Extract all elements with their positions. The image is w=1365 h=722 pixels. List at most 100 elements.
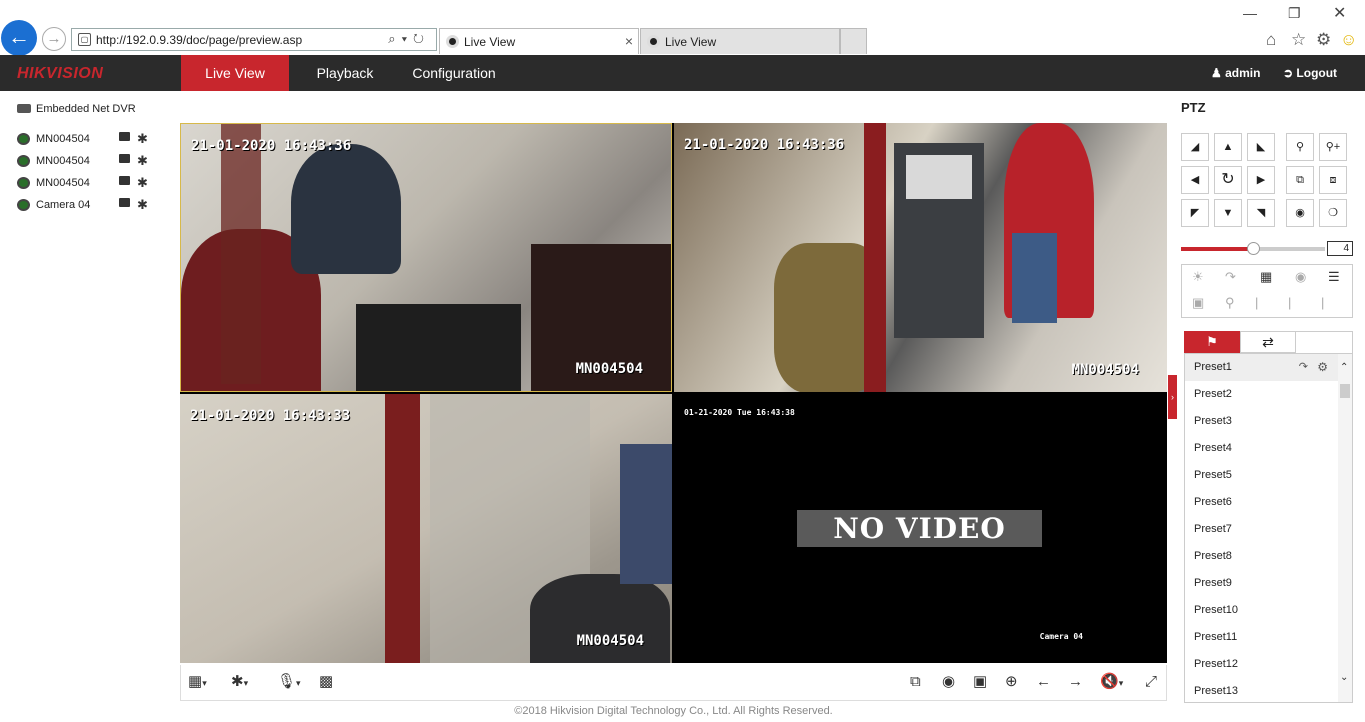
pan-up-button[interactable]: ▲ bbox=[1214, 133, 1242, 161]
tree-root[interactable]: Embedded Net DVR bbox=[10, 100, 170, 122]
iris-open-button[interactable]: ❍ bbox=[1319, 199, 1347, 227]
video-viewport-4[interactable]: 01-21-2020 Tue 16:43:38 NO VIDEO Camera … bbox=[674, 394, 1167, 663]
record-all-icon[interactable]: ▣ bbox=[973, 673, 987, 691]
record-icon[interactable] bbox=[119, 132, 130, 141]
close-tab-icon[interactable]: × bbox=[625, 33, 633, 49]
preset-row[interactable]: Preset2 bbox=[1185, 381, 1340, 408]
video-viewport-2[interactable]: 21-01-2020 16:43:36 MN004504 bbox=[674, 123, 1167, 392]
preset-scrollbar[interactable]: ⌃ ⌄ bbox=[1338, 354, 1352, 702]
focus-assist-icon[interactable]: ▦ bbox=[1260, 269, 1272, 285]
pan-down-right-button[interactable]: ◥ bbox=[1247, 199, 1275, 227]
video-viewport-3[interactable]: 21-01-2020 16:43:33 MN004504 bbox=[180, 394, 672, 663]
zoom-in-button[interactable]: ⚲+ bbox=[1319, 133, 1347, 161]
tab-configuration[interactable]: Configuration bbox=[400, 55, 508, 91]
ptz-control-icon[interactable]: ✱ bbox=[137, 152, 148, 170]
smiley-feedback-icon[interactable]: ☺ bbox=[1340, 30, 1357, 50]
next-page-icon[interactable]: → bbox=[1068, 673, 1083, 691]
minimize-icon[interactable]: — bbox=[1243, 5, 1257, 21]
preset-row[interactable]: Preset8 bbox=[1185, 543, 1340, 570]
patrol-tab[interactable]: ⇄ bbox=[1240, 331, 1296, 353]
window-layout-icon[interactable]: ▦▾ bbox=[188, 673, 207, 692]
auto-pan-button[interactable]: ↻ bbox=[1214, 166, 1242, 194]
stop-all-icon[interactable]: ⧉ bbox=[910, 673, 921, 691]
tree-channel[interactable]: MN004504 ✱ bbox=[10, 152, 170, 174]
record-icon[interactable] bbox=[119, 198, 130, 207]
preset-row[interactable]: Preset11 bbox=[1185, 624, 1340, 651]
search-refresh-icons[interactable]: ⌕▾↻ bbox=[388, 31, 430, 47]
restore-icon[interactable]: ❐ bbox=[1288, 5, 1301, 22]
favorites-star-icon[interactable]: ☆ bbox=[1291, 30, 1306, 50]
preset-row[interactable]: Preset1 ↷ ⚙ bbox=[1185, 354, 1340, 381]
ptz-speed-slider[interactable] bbox=[1181, 242, 1325, 255]
address-url[interactable]: http://192.0.9.39/doc/page/preview.asp bbox=[96, 33, 302, 47]
preset-settings-icon[interactable]: ⚙ bbox=[1317, 354, 1328, 381]
preset-row[interactable]: Preset5 bbox=[1185, 462, 1340, 489]
tab-playback[interactable]: Playback bbox=[300, 55, 390, 91]
digital-zoom-icon[interactable]: ⊕ bbox=[1005, 673, 1018, 691]
record-icon[interactable] bbox=[119, 176, 130, 185]
scroll-thumb[interactable] bbox=[1340, 384, 1350, 398]
zoom-out-button[interactable]: ⚲ bbox=[1286, 133, 1314, 161]
iris-close-button[interactable]: ◉ bbox=[1286, 199, 1314, 227]
light-icon[interactable]: ☀ bbox=[1192, 269, 1204, 285]
close-window-icon[interactable]: ✕ bbox=[1333, 3, 1346, 23]
manual-tracking-icon[interactable]: ⚲ bbox=[1225, 295, 1235, 311]
pan-right-button[interactable]: ▶ bbox=[1247, 166, 1275, 194]
user-menu[interactable]: ♟ admin bbox=[1211, 66, 1260, 80]
preset-row[interactable]: Preset10 bbox=[1185, 597, 1340, 624]
slider-fill bbox=[1181, 247, 1253, 251]
logout-button[interactable]: ➲ Logout bbox=[1283, 66, 1337, 80]
fullscreen-icon[interactable]: ⤢ bbox=[1145, 673, 1157, 691]
volume-muted-icon[interactable]: 🔇▾ bbox=[1100, 673, 1123, 692]
focus-far-button[interactable]: ⧈ bbox=[1319, 166, 1347, 194]
ptz-control-icon[interactable]: ✱ bbox=[137, 196, 148, 214]
more-menu-icon[interactable]: ☰ bbox=[1328, 269, 1340, 285]
microphone-icon[interactable]: 🎙▾ bbox=[277, 673, 301, 692]
preset-label: Preset1 bbox=[1194, 361, 1232, 373]
video-viewport-1[interactable]: 21-01-2020 16:43:36 MN004504 bbox=[180, 123, 672, 392]
previous-page-icon[interactable]: ← bbox=[1036, 673, 1051, 691]
preset-row[interactable]: Preset3 bbox=[1185, 408, 1340, 435]
tree-channel[interactable]: MN004504 ✱ bbox=[10, 130, 170, 152]
tree-channel[interactable]: Camera 04 ✱ bbox=[10, 196, 170, 218]
browser-tab-2[interactable]: Live View bbox=[640, 28, 840, 54]
pan-up-right-button[interactable]: ◣ bbox=[1247, 133, 1275, 161]
record-icon[interactable] bbox=[119, 154, 130, 163]
ptz-control-icon[interactable]: ✱ bbox=[137, 174, 148, 192]
preset-row[interactable]: Preset12 bbox=[1185, 651, 1340, 678]
preset-row[interactable]: Preset9 bbox=[1185, 570, 1340, 597]
preset-label: Preset6 bbox=[1194, 496, 1232, 508]
address-bar[interactable]: ▢ http://192.0.9.39/doc/page/preview.asp… bbox=[71, 28, 437, 51]
pan-down-left-button[interactable]: ◤ bbox=[1181, 199, 1209, 227]
call-preset-icon[interactable]: ↷ bbox=[1299, 354, 1308, 381]
preset-label: Preset2 bbox=[1194, 388, 1232, 400]
forward-button[interactable]: → bbox=[42, 27, 66, 51]
pan-up-left-button[interactable]: ◢ bbox=[1181, 133, 1209, 161]
scroll-up-icon[interactable]: ⌃ bbox=[1340, 362, 1348, 373]
pan-down-button[interactable]: ▼ bbox=[1214, 199, 1242, 227]
preset-row[interactable]: Preset13 bbox=[1185, 678, 1340, 702]
settings-gear-icon[interactable]: ⚙ bbox=[1316, 30, 1331, 50]
new-tab-button[interactable] bbox=[840, 28, 867, 54]
tab-live-view[interactable]: Live View bbox=[181, 55, 289, 91]
preset-row[interactable]: Preset4 bbox=[1185, 435, 1340, 462]
back-button[interactable]: ← bbox=[1, 20, 37, 56]
collapse-panel-button[interactable]: › bbox=[1168, 375, 1177, 419]
wiper-icon[interactable]: ↷ bbox=[1225, 269, 1236, 285]
lens-init-icon[interactable]: ◉ bbox=[1295, 269, 1306, 285]
browser-tab-1[interactable]: Live View × bbox=[439, 28, 639, 54]
plugin-display-icon[interactable]: ▩ bbox=[319, 673, 333, 691]
preset-row[interactable]: Preset7 bbox=[1185, 516, 1340, 543]
home-icon[interactable]: ⌂ bbox=[1266, 30, 1276, 50]
stream-type-icon[interactable]: ✱▾ bbox=[231, 673, 248, 692]
focus-near-button[interactable]: ⧉ bbox=[1286, 166, 1314, 194]
preset-row[interactable]: Preset6 bbox=[1185, 489, 1340, 516]
ptz-control-icon[interactable]: ✱ bbox=[137, 130, 148, 148]
capture-camera-icon[interactable]: ◉ bbox=[942, 673, 955, 691]
scroll-down-icon[interactable]: ⌄ bbox=[1340, 672, 1348, 683]
pan-left-button[interactable]: ◀ bbox=[1181, 166, 1209, 194]
slider-knob[interactable] bbox=[1247, 242, 1260, 255]
preset-tab[interactable]: ⚑ bbox=[1184, 331, 1240, 353]
3d-positioning-icon[interactable]: ▣ bbox=[1192, 295, 1204, 311]
tree-channel[interactable]: MN004504 ✱ bbox=[10, 174, 170, 196]
